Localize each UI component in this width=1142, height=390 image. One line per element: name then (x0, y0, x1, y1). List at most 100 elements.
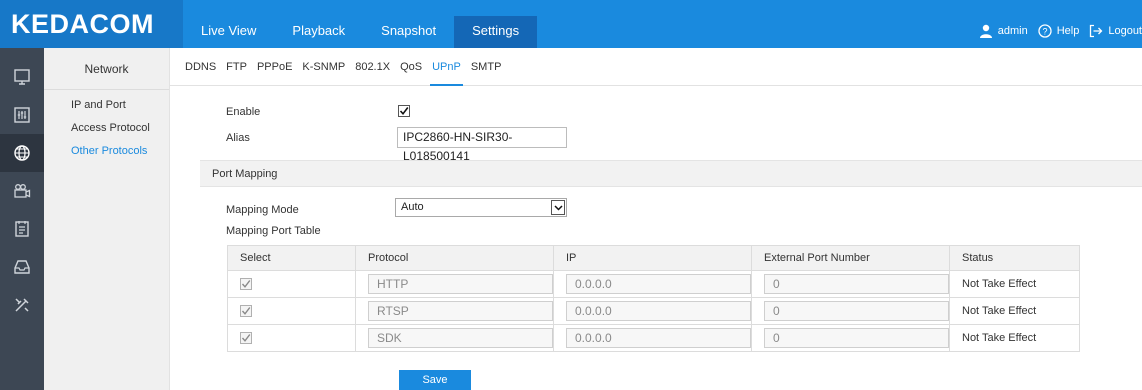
nav-tab-playback[interactable]: Playback (274, 16, 363, 48)
external-port-field: 0 (764, 328, 949, 348)
mapping-mode-select[interactable]: Auto (395, 198, 567, 217)
user-area: admin ? Help Logout (969, 16, 1142, 46)
tab-ddns[interactable]: DDNS (185, 48, 216, 86)
user-menu[interactable]: admin (979, 24, 1028, 38)
enable-checkbox[interactable] (398, 105, 410, 117)
help-button[interactable]: ? Help (1038, 24, 1080, 38)
table-row: HTTP 0.0.0.0 0 Not Take Effect (227, 270, 1080, 298)
logout-icon (1090, 24, 1103, 38)
rail-item-video[interactable] (0, 172, 44, 210)
tab-k-snmp[interactable]: K-SNMP (302, 48, 345, 86)
status-cell: Not Take Effect (949, 270, 1080, 298)
svg-text:?: ? (1042, 27, 1047, 37)
main-nav: Live View Playback Snapshot Settings (183, 16, 538, 48)
alias-input[interactable]: IPC2860-HN-SIR30-L018500141 (397, 127, 567, 163)
help-label: Help (1056, 25, 1080, 37)
document-icon (15, 221, 29, 237)
user-icon (979, 24, 992, 38)
top-bar: KEDACOM Live View Playback Snapshot Sett… (0, 0, 1142, 48)
tab-8021x[interactable]: 802.1X (355, 48, 390, 86)
submenu-item-ip-port[interactable]: IP and Port (44, 94, 169, 117)
tab-ftp[interactable]: FTP (226, 48, 247, 86)
mapping-mode-value: Auto (401, 201, 424, 213)
rail-item-system[interactable] (0, 286, 44, 324)
col-header-select: Select (227, 245, 356, 271)
port-cell: 0 (751, 324, 950, 352)
protocol-cell: RTSP (355, 297, 554, 325)
table-row: RTSP 0.0.0.0 0 Not Take Effect (227, 297, 1080, 325)
main-content: DDNS FTP PPPoE K-SNMP 802.1X QoS UPnP SM… (170, 48, 1142, 390)
ip-field: 0.0.0.0 (566, 328, 751, 348)
icon-rail (0, 48, 44, 390)
checkmark-icon (241, 334, 251, 342)
row-select-checkbox[interactable] (240, 278, 252, 291)
port-cell: 0 (751, 297, 950, 325)
alias-label: Alias (226, 132, 250, 144)
camera-icon (14, 184, 31, 198)
status-cell: Not Take Effect (949, 297, 1080, 325)
nav-tab-snapshot[interactable]: Snapshot (363, 16, 454, 48)
select-cell (227, 324, 356, 352)
save-button[interactable]: Save (399, 370, 471, 390)
rail-item-network[interactable] (0, 134, 44, 172)
checkmark-icon (241, 307, 251, 315)
ip-cell: 0.0.0.0 (553, 270, 752, 298)
tab-pppoe[interactable]: PPPoE (257, 48, 292, 86)
protocol-field: RTSP (368, 301, 553, 321)
rail-item-events[interactable] (0, 210, 44, 248)
col-header-protocol: Protocol (355, 245, 554, 271)
settings-submenu: Network IP and Port Access Protocol Othe… (44, 48, 170, 390)
external-port-field: 0 (764, 274, 949, 294)
network-globe-icon (14, 145, 30, 161)
table-row: SDK 0.0.0.0 0 Not Take Effect (227, 324, 1080, 352)
storage-icon (14, 260, 30, 274)
tab-upnp[interactable]: UPnP (430, 48, 463, 86)
status-cell: Not Take Effect (949, 324, 1080, 352)
tab-smtp[interactable]: SMTP (471, 48, 502, 86)
rail-item-live[interactable] (0, 58, 44, 96)
logout-button[interactable]: Logout (1089, 24, 1142, 38)
rail-item-image[interactable] (0, 96, 44, 134)
protocol-cell: SDK (355, 324, 554, 352)
row-select-checkbox[interactable] (240, 305, 252, 318)
submenu-item-other-protocols[interactable]: Other Protocols (44, 140, 169, 163)
checkmark-icon (399, 107, 409, 116)
rail-item-storage[interactable] (0, 248, 44, 286)
ip-cell: 0.0.0.0 (553, 297, 752, 325)
checkmark-icon (241, 280, 251, 288)
chevron-down-icon (551, 200, 565, 215)
nav-tab-settings[interactable]: Settings (454, 16, 538, 48)
user-name: admin (997, 25, 1028, 37)
protocol-cell: HTTP (355, 270, 554, 298)
col-header-status: Status (949, 245, 1080, 271)
col-header-ip: IP (553, 245, 752, 271)
protocol-field: SDK (368, 328, 553, 348)
tab-qos[interactable]: QoS (400, 48, 422, 86)
external-port-field: 0 (764, 301, 949, 321)
select-cell (227, 297, 356, 325)
nav-tab-live-view[interactable]: Live View (183, 16, 274, 48)
select-cell (227, 270, 356, 298)
logout-label: Logout (1108, 25, 1142, 37)
col-header-external-port: External Port Number (751, 245, 950, 271)
section-title: Port Mapping (212, 168, 278, 180)
row-select-checkbox[interactable] (240, 332, 252, 345)
submenu-title: Network (44, 48, 169, 90)
table-header-row: Select Protocol IP External Port Number … (227, 245, 1080, 271)
protocol-field: HTTP (368, 274, 553, 294)
ip-field: 0.0.0.0 (566, 301, 751, 321)
mapping-mode-label: Mapping Mode (226, 204, 299, 216)
help-icon: ? (1038, 24, 1052, 38)
mapping-table-title: Mapping Port Table (226, 225, 321, 237)
protocol-tabs: DDNS FTP PPPoE K-SNMP 802.1X QoS UPnP SM… (170, 48, 1142, 86)
port-mapping-section: Port Mapping (200, 160, 1142, 187)
enable-label: Enable (226, 106, 261, 118)
sliders-icon (14, 107, 30, 123)
tools-icon (15, 298, 29, 312)
port-cell: 0 (751, 270, 950, 298)
submenu-item-access-protocol[interactable]: Access Protocol (44, 117, 169, 140)
monitor-icon (14, 69, 30, 85)
brand-logo: KEDACOM (0, 0, 183, 48)
ip-field: 0.0.0.0 (566, 274, 751, 294)
port-mapping-table: Select Protocol IP External Port Number … (227, 245, 1080, 352)
